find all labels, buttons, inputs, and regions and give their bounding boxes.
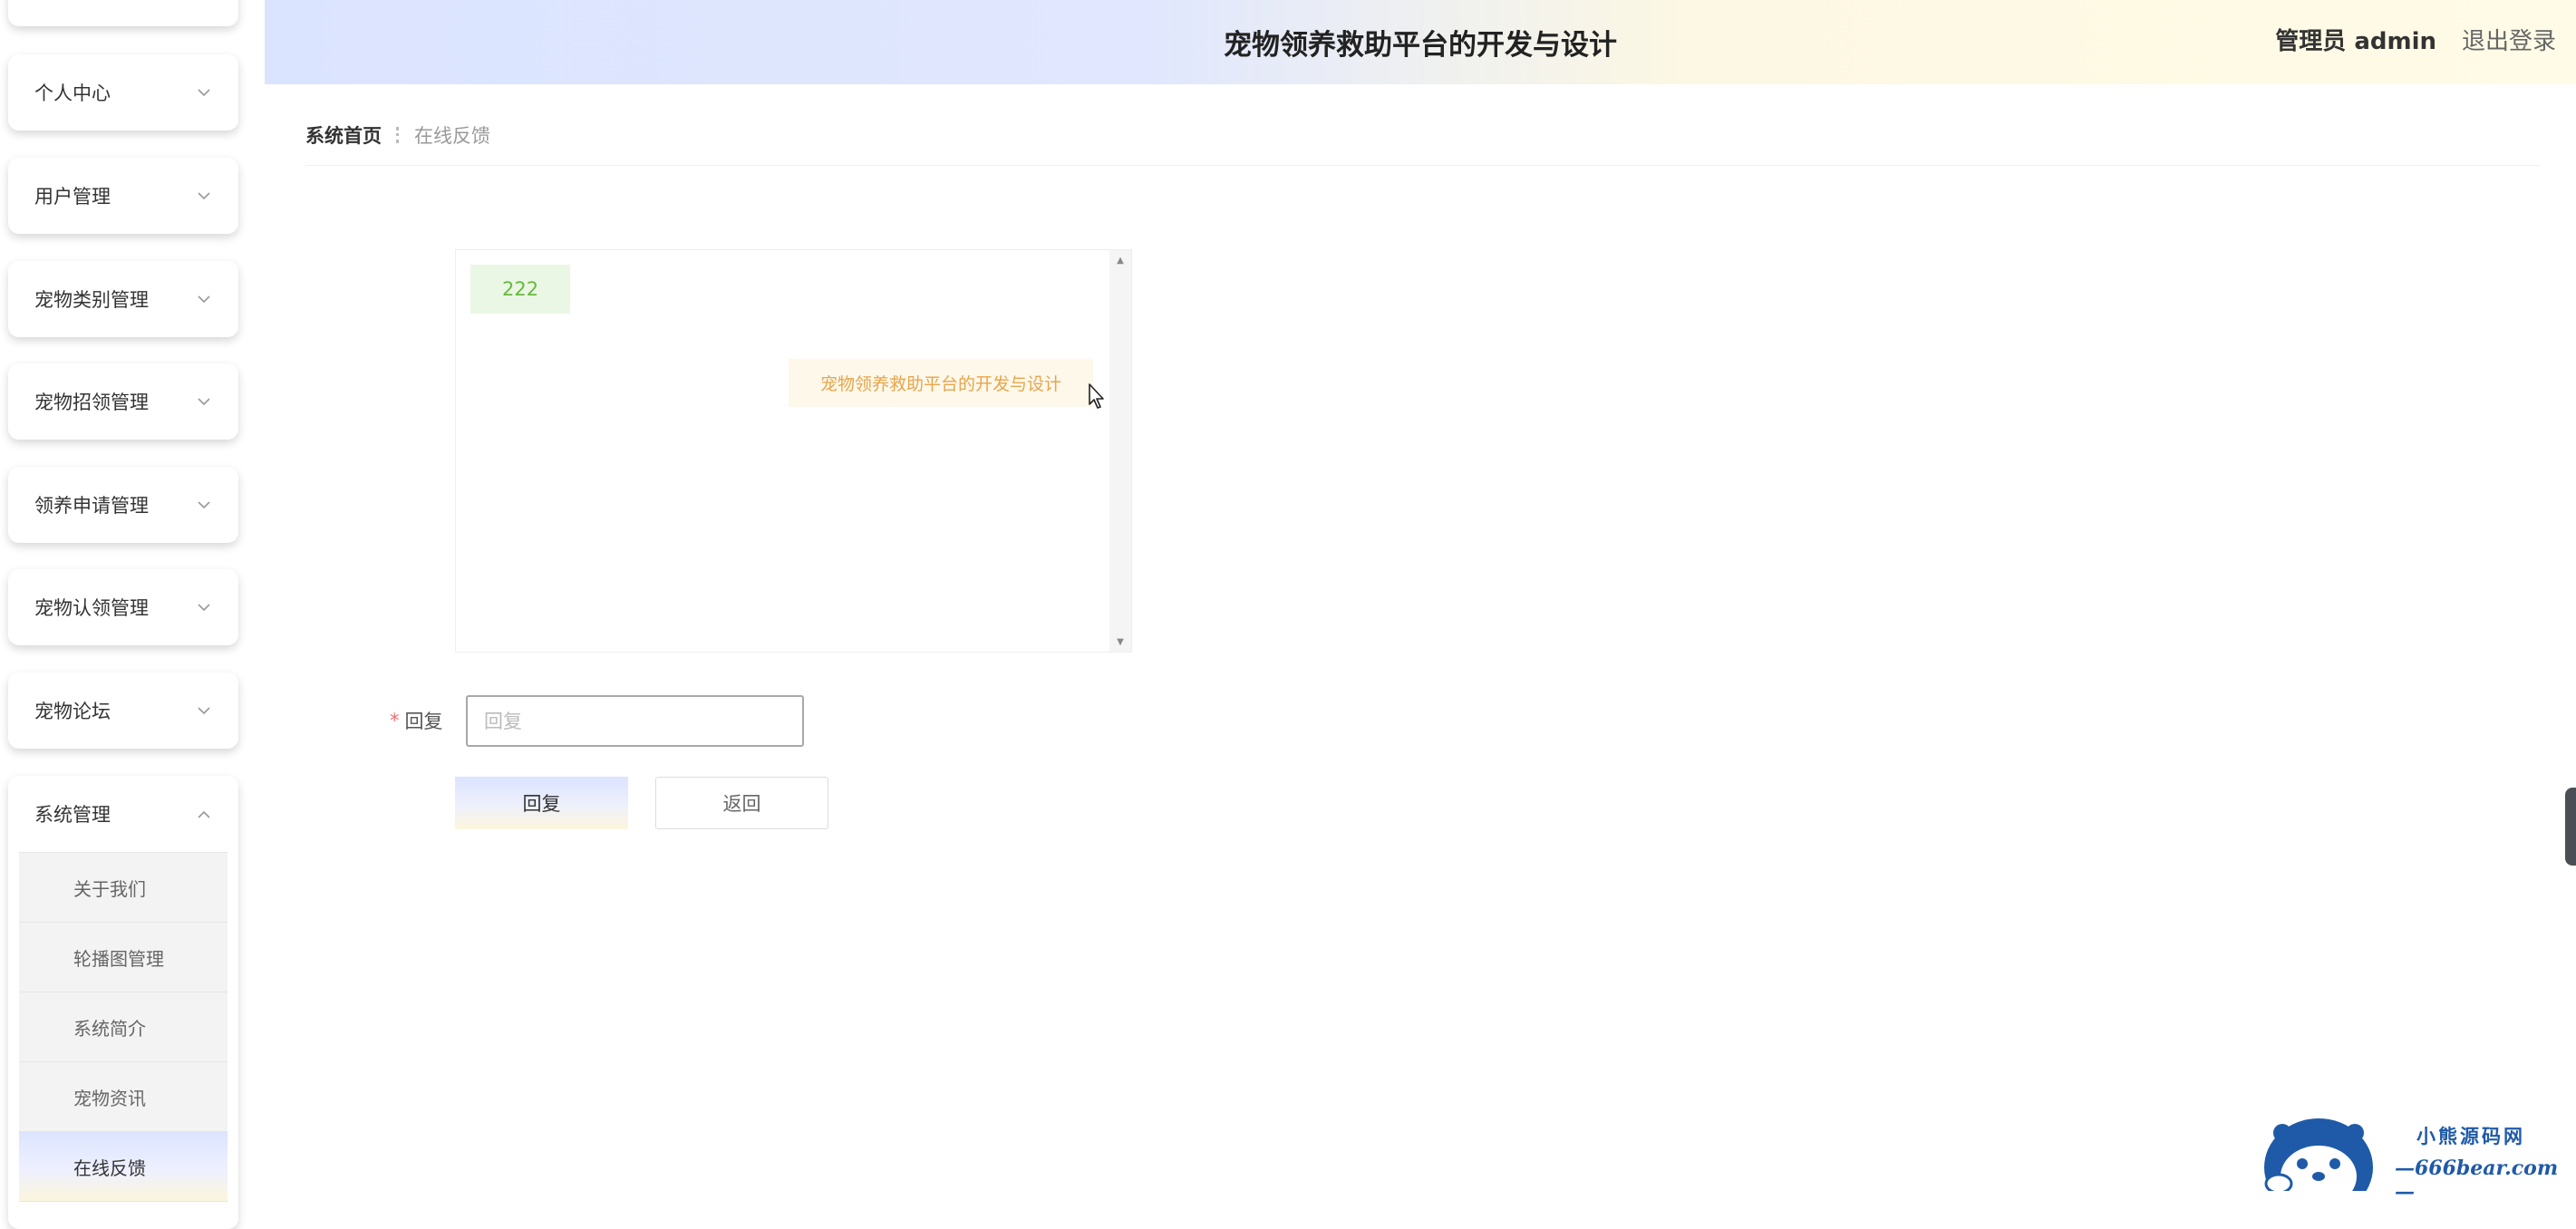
user-message-bubble: 222 bbox=[470, 265, 571, 314]
logout-link[interactable]: 退出登录 bbox=[2462, 0, 2556, 79]
sidebar-item-label: 宠物类别管理 bbox=[34, 289, 149, 311]
mouse-pointer-icon bbox=[1088, 382, 1109, 411]
sidebar-subitem-system-intro[interactable]: 系统简介 bbox=[19, 992, 228, 1062]
sidebar-item-label: 宠物论坛 bbox=[34, 701, 111, 722]
reply-field-label: * 回复 bbox=[390, 702, 443, 739]
sidebar-item-label: 用户管理 bbox=[34, 186, 111, 208]
sidebar-subitem-carousel[interactable]: 轮播图管理 bbox=[19, 923, 228, 992]
side-edge-tab[interactable] bbox=[2565, 788, 2576, 866]
scroll-down-arrow-icon[interactable]: ▼ bbox=[1109, 634, 1131, 650]
chevron-down-icon bbox=[195, 598, 213, 616]
sidebar-item-label: 宠物招领管理 bbox=[34, 392, 149, 413]
chevron-down-icon bbox=[195, 83, 213, 102]
sidebar-subitem-label: 系统简介 bbox=[73, 1017, 146, 1040]
breadcrumb: 系统首页 在线反馈 bbox=[305, 120, 490, 150]
page-title: 宠物领养救助平台的开发与设计 bbox=[1224, 29, 1617, 62]
sidebar-subitem-label: 在线反馈 bbox=[73, 1156, 146, 1179]
sidebar-item-pet-category[interactable]: 宠物类别管理 bbox=[8, 261, 238, 337]
breadcrumb-home[interactable]: 系统首页 bbox=[305, 121, 382, 149]
sidebar-item-personal-center[interactable]: 个人中心 bbox=[8, 54, 238, 131]
reply-label-text: 回复 bbox=[404, 711, 443, 732]
bear-mascot-icon bbox=[2264, 1118, 2373, 1191]
sidebar-item-hidden-top[interactable] bbox=[8, 0, 238, 26]
sidebar-subitem-about-us[interactable]: 关于我们 bbox=[19, 853, 228, 923]
sidebar-item-system-management[interactable]: 系统管理 关于我们 轮播图管理 系统简介 宠物资讯 在线反馈 bbox=[8, 776, 238, 1229]
top-header: 宠物领养救助平台的开发与设计 管理员 admin 退出登录 bbox=[265, 0, 2576, 84]
watermark: 小熊源码网 —666bear.com— bbox=[2261, 1113, 2576, 1204]
admin-reply-bubble: 宠物领养救助平台的开发与设计 bbox=[788, 359, 1093, 407]
user-message-text: 222 bbox=[502, 278, 539, 300]
chevron-down-icon bbox=[195, 187, 213, 205]
scroll-up-arrow-icon[interactable]: ▲ bbox=[1109, 252, 1131, 268]
required-asterisk: * bbox=[390, 710, 400, 731]
sidebar-item-user-management[interactable]: 用户管理 bbox=[8, 158, 238, 234]
sidebar-subitem-pet-news[interactable]: 宠物资讯 bbox=[19, 1062, 228, 1132]
chat-scrollbar[interactable]: ▲ ▼ bbox=[1109, 250, 1131, 652]
watermark-title: 小熊源码网 bbox=[2416, 1125, 2525, 1147]
chevron-down-icon bbox=[195, 290, 213, 308]
watermark-url: —666bear.com— bbox=[2395, 1156, 2559, 1204]
chevron-down-icon bbox=[195, 392, 213, 411]
sidebar-item-pet-found[interactable]: 宠物招领管理 bbox=[8, 363, 238, 440]
chevron-down-icon bbox=[195, 702, 213, 720]
back-button[interactable]: 返回 bbox=[655, 777, 828, 829]
breadcrumb-separator bbox=[396, 127, 402, 143]
reply-input[interactable] bbox=[466, 695, 804, 747]
sidebar-item-adoption-application[interactable]: 领养申请管理 bbox=[8, 467, 238, 543]
sidebar-subitem-label: 宠物资讯 bbox=[73, 1087, 146, 1109]
sidebar-subitem-label: 关于我们 bbox=[73, 877, 146, 900]
sidebar-item-label: 宠物认领管理 bbox=[34, 597, 149, 619]
chevron-up-icon bbox=[195, 805, 213, 823]
admin-reply-text: 宠物领养救助平台的开发与设计 bbox=[819, 374, 1061, 394]
feedback-chat-box[interactable]: 222 宠物领养救助平台的开发与设计 ▲ ▼ bbox=[455, 249, 1132, 653]
sidebar-item-label: 个人中心 bbox=[34, 82, 111, 104]
system-submenu: 关于我们 轮播图管理 系统简介 宠物资讯 在线反馈 bbox=[19, 852, 228, 1202]
admin-user-label: 管理员 admin bbox=[2275, 28, 2436, 55]
sidebar-item-pet-forum[interactable]: 宠物论坛 bbox=[8, 673, 238, 749]
chevron-down-icon bbox=[195, 496, 213, 514]
reply-submit-button[interactable]: 回复 bbox=[455, 777, 628, 829]
breadcrumb-current: 在线反馈 bbox=[414, 125, 490, 147]
sidebar: 个人中心 用户管理 宠物类别管理 宠物招领管理 领养申请管理 宠物认领管理 宠物… bbox=[0, 0, 265, 1229]
sidebar-subitem-online-feedback[interactable]: 在线反馈 bbox=[19, 1132, 228, 1202]
sidebar-item-label: 领养申请管理 bbox=[34, 495, 149, 517]
sidebar-item-label: 系统管理 bbox=[34, 804, 111, 826]
sidebar-item-pet-claim[interactable]: 宠物认领管理 bbox=[8, 569, 238, 645]
sidebar-subitem-label: 轮播图管理 bbox=[73, 947, 164, 970]
breadcrumb-divider bbox=[305, 165, 2540, 166]
